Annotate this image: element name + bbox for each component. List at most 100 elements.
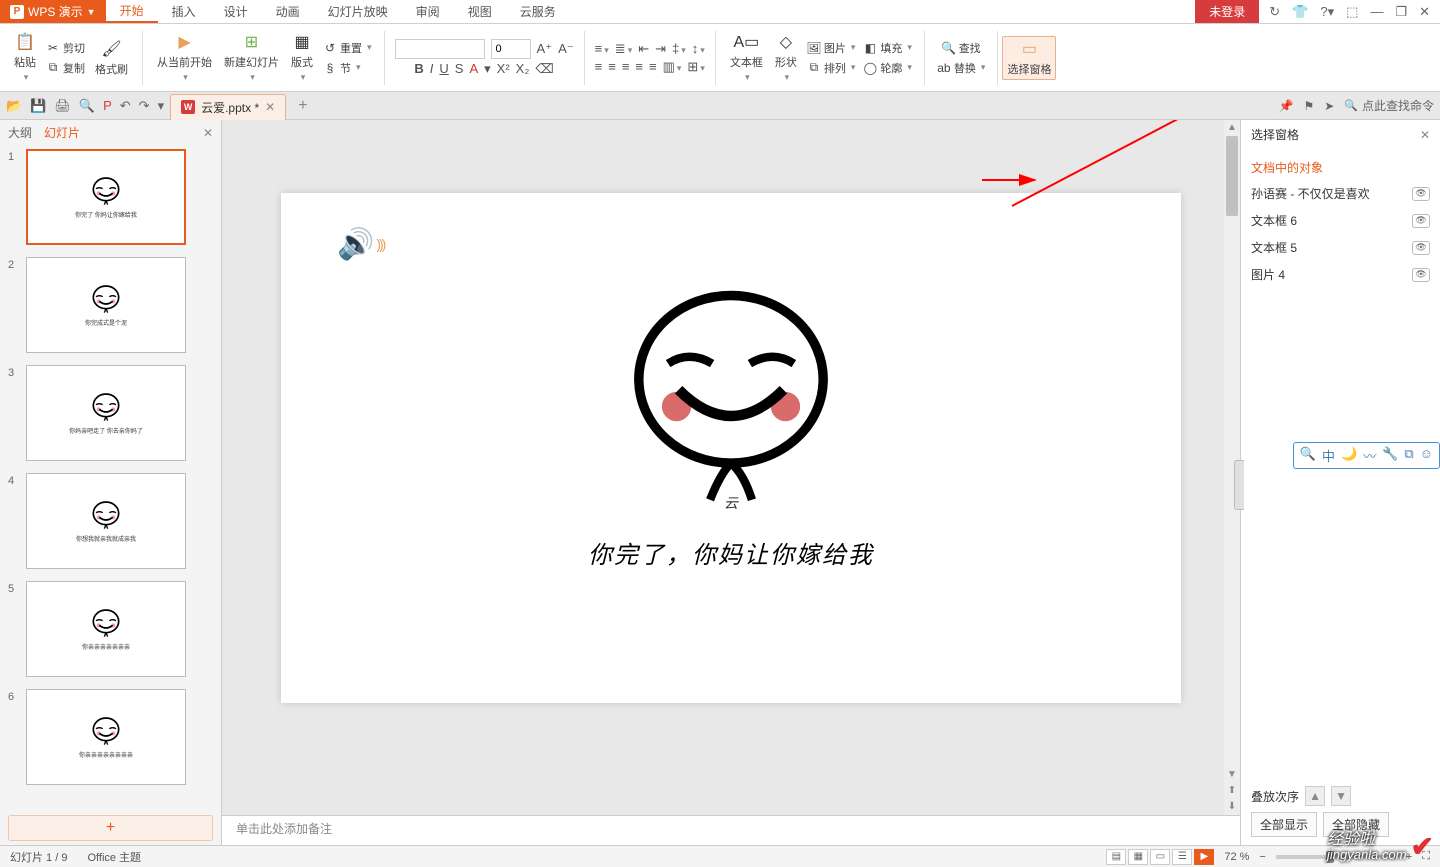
- skin-icon[interactable]: 👕: [1292, 4, 1308, 20]
- object-item-1[interactable]: 孙语赛 - 不仅仅是喜欢👁: [1241, 180, 1440, 207]
- reset-button[interactable]: ↺重置: [321, 39, 374, 57]
- copy-tool-icon[interactable]: ⧉: [1404, 446, 1413, 465]
- move-down-button[interactable]: ▼: [1331, 786, 1351, 806]
- paste-button[interactable]: 📋粘贴: [10, 30, 40, 85]
- visibility-toggle-icon[interactable]: 👁: [1412, 214, 1430, 228]
- picture-button[interactable]: 🖼图片: [805, 39, 858, 57]
- preview-icon[interactable]: 🔍: [79, 98, 95, 114]
- align-vert-icon[interactable]: ⊞: [687, 59, 704, 75]
- maximize-icon[interactable]: ❐: [1395, 4, 1407, 20]
- underline-icon[interactable]: U: [439, 61, 448, 76]
- highlight-icon[interactable]: ▾: [484, 61, 491, 77]
- undo-icon[interactable]: ↶: [120, 98, 131, 114]
- outline-tab[interactable]: 大纲: [8, 124, 32, 141]
- visibility-toggle-icon[interactable]: 👁: [1412, 187, 1430, 201]
- section-button[interactable]: §节: [321, 59, 374, 77]
- font-select[interactable]: [395, 39, 485, 59]
- slide-text-yun[interactable]: 云: [724, 493, 738, 513]
- align-left-icon[interactable]: ≡: [595, 59, 603, 74]
- clear-format-icon[interactable]: ⌫: [535, 61, 553, 77]
- layout-button[interactable]: ▦版式: [287, 30, 317, 85]
- smile-icon[interactable]: ☺: [1420, 446, 1433, 465]
- thumbnail-3[interactable]: 你妈亲吧走了 你去亲你妈了: [26, 365, 186, 461]
- canvas-scroll[interactable]: 🔊 云 你完了，你妈让你嫁给我 ▲ ▼ ⬆: [222, 120, 1240, 815]
- document-tab[interactable]: W 云爱.pptx * ✕: [170, 94, 286, 120]
- numbering-icon[interactable]: ≣: [615, 41, 632, 57]
- show-all-button[interactable]: 全部显示: [1251, 812, 1317, 837]
- bold-icon[interactable]: B: [414, 61, 423, 76]
- zoom-label[interactable]: 72 %: [1224, 851, 1249, 863]
- indent-inc-icon[interactable]: ⇥: [655, 41, 666, 57]
- text-direction-icon[interactable]: ↕: [692, 41, 705, 56]
- indent-dec-icon[interactable]: ⇤: [638, 41, 649, 57]
- bullets-icon[interactable]: ≡: [595, 41, 609, 56]
- copy-button[interactable]: ⧉复制: [44, 59, 87, 77]
- subscript-icon[interactable]: X₂: [516, 61, 530, 76]
- columns-icon[interactable]: ▥: [663, 59, 682, 75]
- align-center-icon[interactable]: ≡: [608, 59, 616, 74]
- visibility-toggle-icon[interactable]: 👁: [1412, 241, 1430, 255]
- add-slide-button[interactable]: +: [8, 815, 213, 841]
- wave-icon[interactable]: 〰: [1363, 446, 1376, 465]
- object-item-2[interactable]: 文本框 6👁: [1241, 207, 1440, 234]
- size-select[interactable]: [491, 39, 531, 59]
- replace-button[interactable]: ab替换: [935, 59, 988, 77]
- object-item-4[interactable]: 图片 4👁: [1241, 261, 1440, 288]
- add-tab-button[interactable]: +: [292, 97, 313, 115]
- open-icon[interactable]: 📂: [6, 98, 22, 114]
- align-right-icon[interactable]: ≡: [622, 59, 630, 74]
- strike-icon[interactable]: S: [455, 61, 464, 76]
- find-button[interactable]: 🔍查找: [940, 39, 983, 57]
- search-command[interactable]: 点此查找命令: [1344, 97, 1434, 114]
- view-normal-icon[interactable]: ▤: [1106, 849, 1126, 865]
- new-slide-button[interactable]: ⊞新建幻灯片: [220, 30, 283, 85]
- help-icon[interactable]: ?▾: [1320, 4, 1334, 20]
- align-justify-icon[interactable]: ≡: [635, 59, 643, 74]
- cut-button[interactable]: ✂剪切: [44, 39, 87, 57]
- qat-more-icon[interactable]: ▾: [158, 98, 165, 114]
- doc-close-icon[interactable]: ✕: [265, 100, 275, 114]
- format-painter-button[interactable]: 🖌格式刷: [91, 37, 132, 79]
- close-icon[interactable]: ✕: [1419, 4, 1430, 20]
- from-current-button[interactable]: ▶从当前开始: [153, 30, 216, 85]
- arrow-right-icon[interactable]: ➤: [1324, 99, 1334, 113]
- close-pane-icon[interactable]: ✕: [203, 126, 213, 140]
- thumbnail-4[interactable]: 你想我就亲我就成亲我: [26, 473, 186, 569]
- sync-icon[interactable]: ↻: [1269, 4, 1280, 20]
- minimize-icon[interactable]: —: [1370, 4, 1383, 19]
- zoom-out-icon[interactable]: −: [1259, 851, 1265, 863]
- textbox-button[interactable]: A▭文本框: [726, 30, 767, 85]
- wrench-icon[interactable]: 🔧: [1382, 446, 1398, 465]
- fill-button[interactable]: ◧填充: [861, 39, 914, 57]
- thumbnail-6[interactable]: 你亲亲亲亲亲亲亲亲: [26, 689, 186, 785]
- scroll-thumb[interactable]: [1226, 136, 1238, 216]
- slide-image-face[interactable]: [626, 285, 836, 505]
- print-icon[interactable]: 🖨: [54, 98, 71, 114]
- tab-review[interactable]: 审阅: [402, 0, 454, 23]
- slides-tab[interactable]: 幻灯片: [44, 124, 80, 141]
- pin-icon[interactable]: 📌: [1279, 99, 1294, 113]
- flag-icon[interactable]: ⚑: [1303, 99, 1314, 113]
- view-play-icon[interactable]: ▶: [1194, 849, 1214, 865]
- visibility-toggle-icon[interactable]: 👁: [1412, 268, 1430, 282]
- popout-icon[interactable]: ⬚: [1346, 4, 1358, 20]
- slide-text-main[interactable]: 你完了，你妈让你嫁给我: [588, 535, 874, 570]
- thumbnail-list[interactable]: 1★ 你完了 你妈让你嫁给我 2 你完成式是个泥 3 你妈亲吧走了 你去亲你妈了…: [0, 145, 221, 811]
- app-badge[interactable]: P WPS 演示 ▼: [0, 0, 106, 23]
- tab-slideshow[interactable]: 幻灯片放映: [314, 0, 402, 23]
- object-item-3[interactable]: 文本框 5👁: [1241, 234, 1440, 261]
- redo-icon[interactable]: ↷: [139, 98, 150, 114]
- lang-icon[interactable]: 中: [1322, 446, 1335, 465]
- shape-button[interactable]: ◇形状: [771, 30, 801, 85]
- line-spacing-icon[interactable]: ‡: [672, 41, 686, 56]
- align-dist-icon[interactable]: ≡: [649, 59, 657, 74]
- scroll-down-icon[interactable]: ▼: [1224, 767, 1240, 783]
- superscript-icon[interactable]: X²: [497, 61, 510, 76]
- tab-view[interactable]: 视图: [454, 0, 506, 23]
- audio-icon[interactable]: 🔊: [337, 227, 384, 262]
- view-reading-icon[interactable]: ▭: [1150, 849, 1170, 865]
- italic-icon[interactable]: I: [430, 61, 434, 76]
- select-pane-button[interactable]: ▭选择窗格: [1002, 36, 1056, 80]
- tab-insert[interactable]: 插入: [158, 0, 210, 23]
- decrease-font-icon[interactable]: A⁻: [558, 41, 574, 57]
